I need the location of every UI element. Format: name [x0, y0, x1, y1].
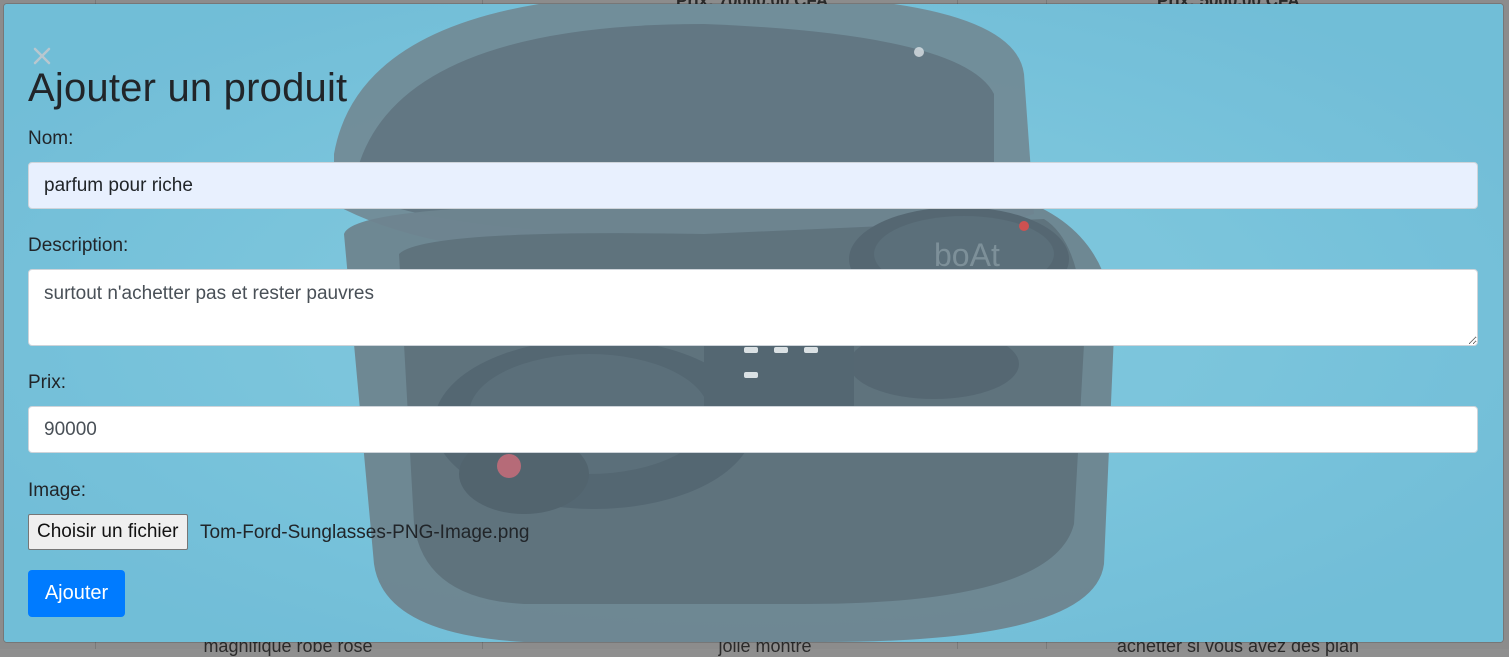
description-label: Description:	[28, 235, 129, 256]
selected-file-name: Tom-Ford-Sunglasses-PNG-Image.png	[200, 522, 530, 543]
description-textarea[interactable]: surtout n'achetter pas et rester pauvres	[28, 269, 1478, 346]
prix-input[interactable]	[28, 406, 1478, 453]
nom-input[interactable]	[28, 162, 1478, 209]
modal-title: Ajouter un produit	[28, 66, 348, 110]
add-button[interactable]: Ajouter	[28, 570, 125, 617]
nom-label: Nom:	[28, 128, 74, 149]
prix-label: Prix:	[28, 372, 66, 393]
modal-content: Ajouter un produit Nom: Description: sur…	[4, 4, 1503, 642]
close-icon[interactable]	[30, 44, 54, 68]
choose-file-button[interactable]: Choisir un fichier	[28, 514, 188, 550]
add-product-modal: boAt Ajouter un produit Nom: parfum pour…	[4, 4, 1503, 642]
image-label: Image:	[28, 480, 87, 501]
